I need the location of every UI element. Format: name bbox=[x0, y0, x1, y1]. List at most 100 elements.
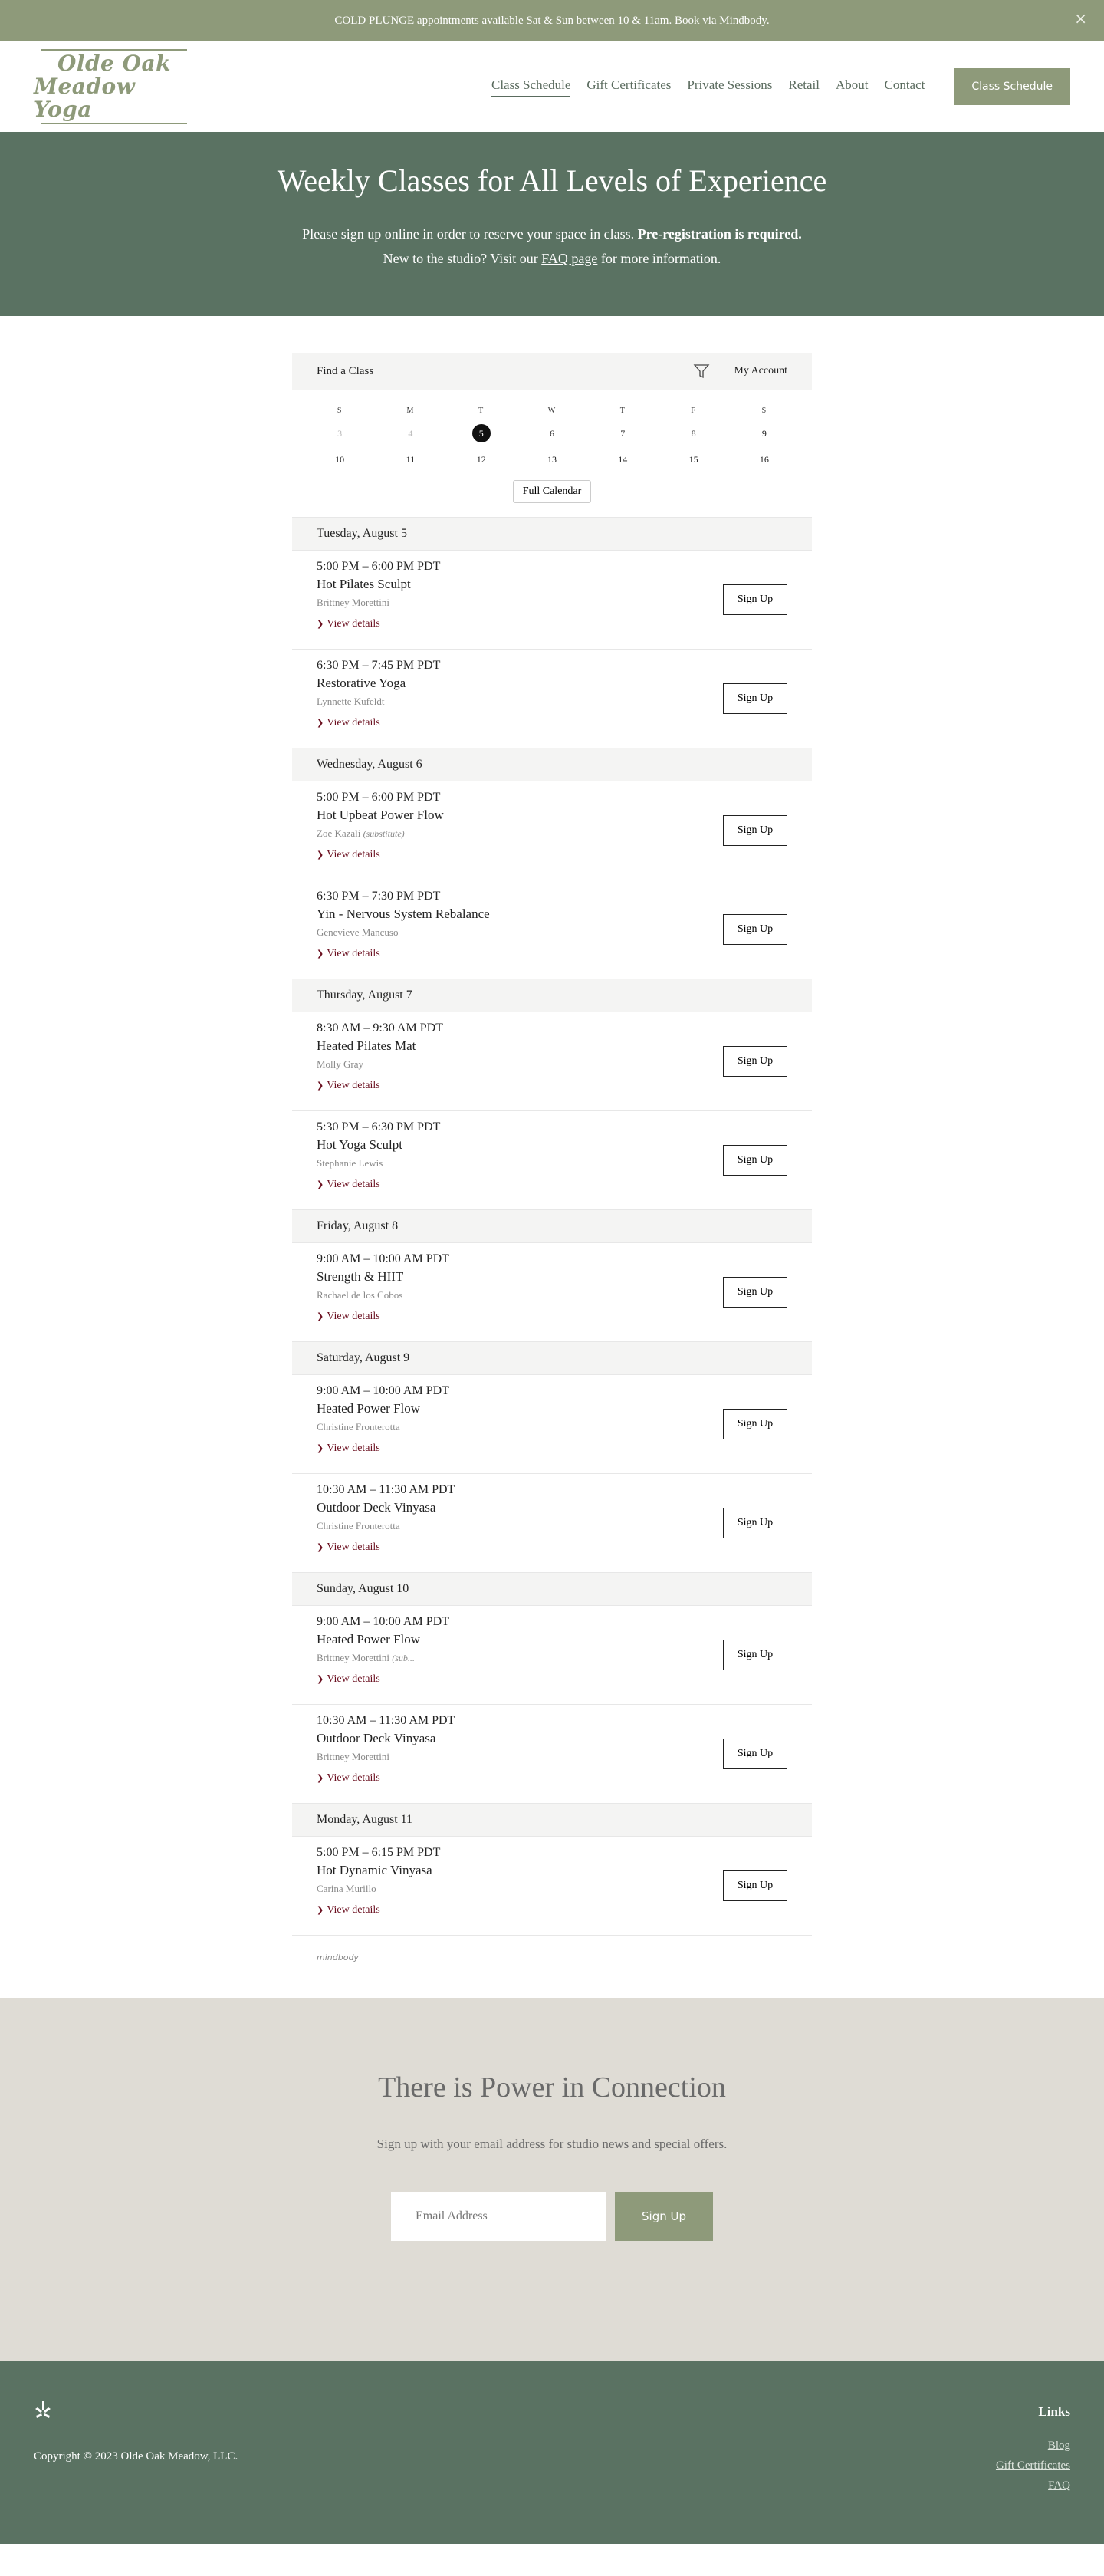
class-name: Heated Power Flow bbox=[317, 1632, 421, 1647]
dow-label: F bbox=[691, 406, 696, 415]
class-row: 10:30 AM – 11:30 AM PDT Outdoor Deck Viny… bbox=[292, 1473, 812, 1572]
class-name: Outdoor Deck Vinyasa bbox=[317, 1500, 436, 1515]
calendar-date[interactable]: 16 bbox=[755, 450, 774, 469]
calendar-date: 4 bbox=[408, 427, 413, 439]
dow-label: T bbox=[619, 406, 626, 415]
sign-up-button[interactable]: Sign Up bbox=[723, 683, 787, 714]
view-details-link[interactable]: ❯ View details bbox=[317, 1772, 787, 1785]
class-row: 9:00 AM – 10:00 AM PDT Strength & HIIT Rac… bbox=[292, 1242, 812, 1341]
class-time: 9:00 AM – 10:00 AM PDT bbox=[317, 1252, 449, 1265]
view-details-link[interactable]: ❯ View details bbox=[317, 1179, 787, 1191]
class-teacher: Brittney Morettini (sub... bbox=[317, 1652, 787, 1664]
footer-link-faq[interactable]: FAQ bbox=[996, 2479, 1070, 2492]
dow-label: W bbox=[547, 406, 557, 415]
sign-up-button[interactable]: Sign Up bbox=[723, 1409, 787, 1439]
day-heading: Friday, August 8 bbox=[292, 1209, 812, 1242]
hero-line-2-before: New to the studio? Visit our bbox=[383, 251, 542, 266]
view-details-link[interactable]: ❯ View details bbox=[317, 1673, 787, 1686]
chevron-right-icon: ❯ bbox=[317, 850, 324, 860]
class-row: 8:30 AM – 9:30 AM PDT Heated Pilates Mat M… bbox=[292, 1012, 812, 1110]
footer-link-blog[interactable]: Blog bbox=[996, 2439, 1070, 2453]
sign-up-button[interactable]: Sign Up bbox=[723, 1870, 787, 1901]
hero-line-1-text: Please sign up online in order to reserv… bbox=[302, 226, 638, 242]
view-details-label: View details bbox=[327, 1179, 380, 1190]
calendar-date-selected[interactable]: 5 bbox=[472, 424, 491, 442]
logo-line-2: Meadow Yoga bbox=[34, 74, 136, 122]
calendar-date[interactable]: 15 bbox=[685, 450, 703, 469]
view-details-link[interactable]: ❯ View details bbox=[317, 948, 787, 960]
calendar-date[interactable]: 12 bbox=[472, 450, 491, 469]
class-teacher: Christine Fronterotta bbox=[317, 1421, 787, 1433]
faq-link[interactable]: FAQ page bbox=[541, 251, 597, 266]
class-row: 5:00 PM – 6:15 PM PDT Hot Dynamic Vinyasa… bbox=[292, 1836, 812, 1935]
view-details-link[interactable]: ❯ View details bbox=[317, 1311, 787, 1323]
calendar-date[interactable]: 10 bbox=[330, 450, 349, 469]
teacher-name: Brittney Morettini bbox=[317, 597, 389, 608]
nav-about[interactable]: About bbox=[836, 77, 869, 96]
sign-up-button[interactable]: Sign Up bbox=[723, 584, 787, 615]
chevron-right-icon: ❯ bbox=[317, 1542, 324, 1552]
view-details-link[interactable]: ❯ View details bbox=[317, 1080, 787, 1092]
newsletter-form: Sign Up bbox=[0, 2192, 1104, 2241]
class-teacher: Genevieve Mancuso bbox=[317, 926, 787, 939]
nav-private-sessions[interactable]: Private Sessions bbox=[687, 77, 772, 96]
class-schedule-button[interactable]: Class Schedule bbox=[954, 68, 1070, 105]
class-name: Heated Power Flow bbox=[317, 1401, 421, 1416]
footer-link-gift-certificates[interactable]: Gift Certificates bbox=[996, 2459, 1070, 2472]
chevron-right-icon: ❯ bbox=[317, 1905, 324, 1915]
nav-contact[interactable]: Contact bbox=[884, 77, 925, 96]
day-heading: Monday, August 11 bbox=[292, 1803, 812, 1836]
view-details-link[interactable]: ❯ View details bbox=[317, 1443, 787, 1455]
hero-line-2: New to the studio? Visit our FAQ page fo… bbox=[0, 246, 1104, 271]
calendar-date[interactable]: 6 bbox=[543, 424, 561, 442]
page-title: Weekly Classes for All Levels of Experie… bbox=[277, 163, 827, 198]
nav-class-schedule[interactable]: Class Schedule bbox=[491, 77, 571, 97]
class-row: 6:30 PM – 7:45 PM PDT Restorative Yoga Lyn… bbox=[292, 649, 812, 748]
calendar-date[interactable]: 11 bbox=[401, 450, 419, 469]
class-teacher: Molly Gray bbox=[317, 1058, 787, 1071]
filter-icon[interactable] bbox=[693, 363, 710, 380]
view-details-link[interactable]: ❯ View details bbox=[317, 1904, 787, 1916]
dow-label: S bbox=[337, 406, 343, 415]
day-heading: Saturday, August 9 bbox=[292, 1341, 812, 1374]
sign-up-button[interactable]: Sign Up bbox=[723, 1508, 787, 1538]
calendar-date[interactable]: 9 bbox=[755, 424, 774, 442]
sign-up-button[interactable]: Sign Up bbox=[723, 1277, 787, 1308]
view-details-link[interactable]: ❯ View details bbox=[317, 849, 787, 861]
hero-section: Weekly Classes for All Levels of Experie… bbox=[0, 132, 1104, 316]
class-name: Heated Pilates Mat bbox=[317, 1038, 416, 1053]
sign-up-button[interactable]: Sign Up bbox=[723, 1046, 787, 1077]
class-name: Strength & HIIT bbox=[317, 1269, 404, 1284]
my-account-link[interactable]: My Account bbox=[734, 365, 787, 377]
yelp-icon[interactable] bbox=[34, 2400, 52, 2423]
nav-retail[interactable]: Retail bbox=[788, 77, 820, 96]
view-details-link[interactable]: ❯ View details bbox=[317, 618, 787, 630]
newsletter-signup-button[interactable]: Sign Up bbox=[615, 2192, 713, 2241]
class-row: 9:00 AM – 10:00 AM PDT Heated Power Flow C… bbox=[292, 1374, 812, 1473]
calendar-week-2: 10 11 12 13 14 15 16 bbox=[304, 446, 800, 472]
close-icon[interactable]: × bbox=[1074, 9, 1087, 28]
calendar-date[interactable]: 8 bbox=[685, 424, 703, 442]
logo-rule bbox=[41, 123, 187, 124]
full-calendar-button[interactable]: Full Calendar bbox=[512, 480, 592, 503]
calendar-date[interactable]: 13 bbox=[543, 450, 561, 469]
class-teacher: Carina Murillo bbox=[317, 1883, 787, 1895]
dow-label: M bbox=[406, 406, 415, 415]
view-details-link[interactable]: ❯ View details bbox=[317, 717, 787, 729]
site-footer: Copyright © 2023 Olde Oak Meadow, LLC. L… bbox=[0, 2361, 1104, 2544]
nav-gift-certificates[interactable]: Gift Certificates bbox=[586, 77, 671, 96]
email-field[interactable] bbox=[391, 2192, 606, 2241]
sign-up-button[interactable]: Sign Up bbox=[723, 914, 787, 945]
announcement-bar: COLD PLUNGE appointments available Sat &… bbox=[0, 0, 1104, 41]
calendar-date[interactable]: 7 bbox=[613, 424, 632, 442]
calendar-date[interactable]: 14 bbox=[613, 450, 632, 469]
class-row: 6:30 PM – 7:30 PM PDT Yin - Nervous Syste… bbox=[292, 880, 812, 979]
sign-up-button[interactable]: Sign Up bbox=[723, 1145, 787, 1176]
teacher-name: Christine Fronterotta bbox=[317, 1421, 400, 1433]
sign-up-button[interactable]: Sign Up bbox=[723, 1640, 787, 1670]
chevron-right-icon: ❯ bbox=[317, 1179, 324, 1189]
sign-up-button[interactable]: Sign Up bbox=[723, 815, 787, 846]
view-details-link[interactable]: ❯ View details bbox=[317, 1541, 787, 1554]
sign-up-button[interactable]: Sign Up bbox=[723, 1739, 787, 1769]
site-logo[interactable]: Olde Oak Meadow Yoga bbox=[34, 49, 195, 124]
